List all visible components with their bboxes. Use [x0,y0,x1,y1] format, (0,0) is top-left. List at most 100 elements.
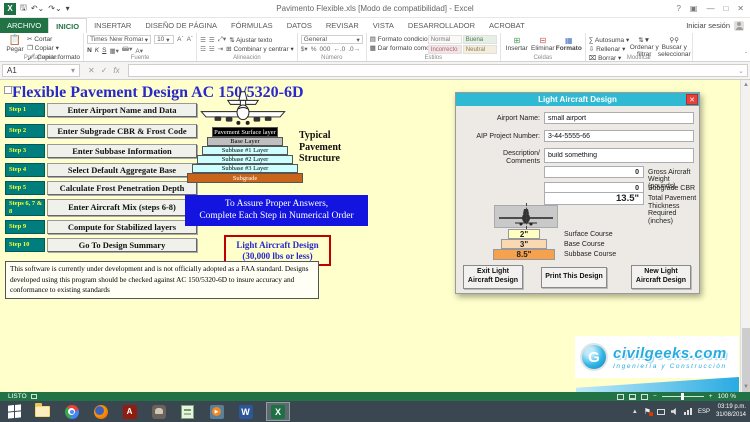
paste-button[interactable]: 📋 Pegar [3,34,27,53]
ribbon-options-icon[interactable]: ▣ [690,4,698,13]
redo-icon[interactable]: ↷⌄ [48,4,61,13]
font-color-icon[interactable]: A▾ [135,47,143,55]
step-10-button[interactable]: Go To Design Summary [47,238,197,252]
insert-function-icon[interactable]: fx [113,66,119,75]
tab-revisar[interactable]: REVISAR [319,18,366,33]
bold-button[interactable]: N [87,47,92,54]
media-player-icon[interactable]: ▶ [208,403,225,420]
fill-button[interactable]: ⇩ Rellenar ▾ [589,45,629,53]
dialog-title[interactable]: Light Aircraft Design [456,93,699,106]
show-hidden-icons[interactable]: ▲ [632,409,638,415]
word-icon[interactable]: W [237,403,254,420]
align-middle-icon[interactable]: ☰ [209,36,215,44]
step-1-button[interactable]: Enter Airport Name and Data [47,103,197,117]
increase-decimal-icon[interactable]: ←.0 [333,46,345,53]
tab-desarrollador[interactable]: DESARROLLADOR [401,18,482,33]
font-size-select[interactable]: 10▾ [154,35,174,44]
cell-styles-gallery[interactable]: Normal Buena Incorrecto Neutral [428,35,497,53]
taskbar-clock[interactable]: 03:19 p.m. 31/08/2014 [716,404,746,420]
excel-taskbar-icon[interactable]: X [266,402,290,421]
tab-vista[interactable]: VISTA [366,18,401,33]
comma-icon[interactable]: 000 [319,46,330,53]
copy-button[interactable]: ❐ Copiar ▾ [27,44,80,52]
new-light-design-button[interactable]: New Light Aircraft Design [631,265,691,289]
name-box[interactable]: A1 ▾ [2,64,80,77]
firefox-icon[interactable] [92,403,109,420]
minimize-icon[interactable]: — [706,4,714,13]
notes-app-icon[interactable] [179,403,196,420]
step-5-button[interactable]: Calculate Frost Penetration Depth [47,181,197,195]
step-2-button[interactable]: Enter Subgrade CBR & Frost Code [47,124,197,138]
tab-inicio[interactable]: INICIO [48,18,87,33]
chrome-icon[interactable] [63,403,80,420]
language-indicator[interactable]: ESP [698,409,710,415]
tab-datos[interactable]: DATOS [280,18,319,33]
gross-weight-value[interactable]: 0 [544,166,644,178]
customize-qat-icon[interactable]: ▾ [66,4,70,13]
page-break-view-icon[interactable] [641,394,648,400]
exit-light-design-button[interactable]: Exit Light Aircraft Design [463,265,523,289]
underline-button[interactable]: S [102,47,106,54]
find-select-button[interactable]: ⚲⚲ Buscar y seleccionar [659,34,689,53]
collapse-ribbon-icon[interactable]: ˆ [745,53,747,59]
scroll-up-icon[interactable]: ▲ [741,80,750,90]
undo-icon[interactable]: ↶⌄ [31,4,44,13]
step-9-button[interactable]: Compute for Stabilized layers [47,220,197,234]
file-explorer-icon[interactable] [34,403,51,420]
tab-diseno-pagina[interactable]: DISEÑO DE PÁGINA [138,18,224,33]
percent-icon[interactable]: % [311,46,317,53]
scroll-down-icon[interactable]: ▼ [741,382,750,392]
merge-center-button[interactable]: ⊞ Combinar y centrar ▾ [226,45,294,53]
decrease-decimal-icon[interactable]: .0→ [348,46,360,53]
tab-archivo[interactable]: ARCHIVO [0,18,48,33]
align-center-icon[interactable]: ☱ [209,45,215,53]
zoom-level[interactable]: 100 % [718,393,736,400]
formula-expand-icon[interactable]: ⌄ [738,67,744,75]
orientation-icon[interactable]: ⤢▾ [218,35,226,44]
description-input[interactable] [544,148,694,163]
align-left-icon[interactable]: ☲ [200,45,206,53]
start-button[interactable] [0,401,28,422]
grow-font-icon[interactable]: Aˊ [177,36,184,43]
sign-in-button[interactable]: Iniciar sesión [686,18,750,33]
shrink-font-icon[interactable]: Aˋ [187,36,194,43]
zoom-in-icon[interactable]: + [709,393,713,400]
save-icon[interactable]: 🖫 [20,2,27,16]
restore-icon[interactable]: □ [723,4,728,13]
align-top-icon[interactable]: ☰ [200,36,206,44]
cancel-entry-icon[interactable]: ✕ [88,66,95,75]
number-format-select[interactable]: General▾ [301,35,363,44]
normal-view-icon[interactable] [617,394,624,400]
display-tray-icon[interactable] [657,409,665,415]
currency-icon[interactable]: $▾ [301,45,308,53]
enter-entry-icon[interactable]: ✓ [101,66,108,75]
pdf-reader-icon[interactable]: A [121,403,138,420]
autosum-button[interactable]: ∑ Autosuma ▾ [589,36,629,44]
volume-icon[interactable] [671,408,678,415]
zoom-slider[interactable] [662,396,704,397]
page-layout-view-icon[interactable] [629,394,636,400]
zoom-out-icon[interactable]: − [653,393,657,400]
indent-icon[interactable]: ⇥ [218,45,223,53]
italic-button[interactable]: K [95,47,99,54]
conditional-format-button[interactable]: ▤ Formato condicional [370,35,428,43]
step-4-button[interactable]: Select Default Aggregate Base [47,163,197,177]
tab-formulas[interactable]: FÓRMULAS [224,18,280,33]
network-signal-icon[interactable] [684,408,692,415]
dialog-close-icon[interactable]: ✕ [686,94,698,105]
airport-name-input[interactable] [544,112,694,124]
aip-number-input[interactable] [544,130,694,142]
action-center-flag-icon[interactable]: ⚑ [644,407,651,416]
step-3-button[interactable]: Enter Subbase Information [47,144,197,158]
cut-button[interactable]: ✂ Cortar [27,35,80,43]
tab-acrobat[interactable]: ACROBAT [482,18,532,33]
borders-icon[interactable]: ▦▾ [109,47,118,55]
step-6-8-button[interactable]: Enter Aircraft Mix (steps 6-8) [47,199,197,216]
namebox-dropdown-icon[interactable]: ▾ [71,66,75,75]
help-icon[interactable]: ? [676,4,680,13]
format-cells-button[interactable]: ▦ Formato [556,34,582,53]
delete-cells-button[interactable]: ⊟ Eliminar [530,34,556,53]
tab-insertar[interactable]: INSERTAR [87,18,138,33]
macro-record-icon[interactable] [31,394,37,399]
format-as-table-button[interactable]: ▦ Dar formato como tabla [370,44,428,52]
